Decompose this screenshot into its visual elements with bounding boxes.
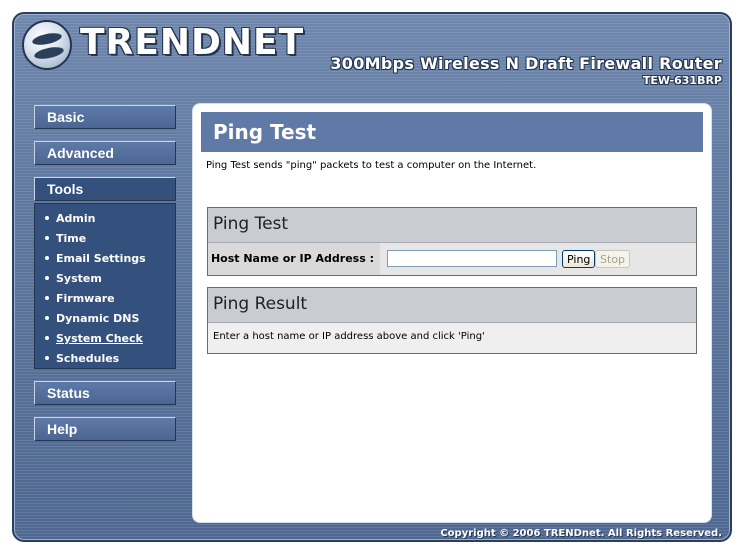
copyright: Copyright © 2006 TRENDnet. All Rights Re… — [440, 528, 722, 539]
submenu-item-system-check[interactable]: System Check — [45, 329, 175, 349]
tools-submenu: Admin Time Email Settings System Firmwar… — [34, 203, 176, 369]
host-row: Host Name or IP Address : Ping Stop — [208, 243, 696, 275]
page-description: Ping Test sends "ping" packets to test a… — [206, 160, 537, 171]
submenu-item-label: Admin — [56, 212, 96, 225]
host-label: Host Name or IP Address : — [208, 243, 380, 275]
stop-button: Stop — [595, 250, 631, 268]
submenu-item-label: Schedules — [56, 352, 120, 365]
product-model: TEW-631BRP — [642, 74, 722, 87]
bullet-icon — [45, 296, 49, 300]
page-title: Ping Test — [201, 112, 703, 152]
submenu-item-admin[interactable]: Admin — [45, 209, 175, 229]
logo-icon — [22, 20, 72, 70]
submenu-item-system[interactable]: System — [45, 269, 175, 289]
ping-result-message: Enter a host name or IP address above an… — [208, 323, 696, 353]
submenu-item-time[interactable]: Time — [45, 229, 175, 249]
submenu-item-label: Dynamic DNS — [56, 312, 140, 325]
submenu-item-schedules[interactable]: Schedules — [45, 349, 175, 369]
submenu-item-label: System — [56, 272, 102, 285]
host-input[interactable] — [387, 250, 557, 267]
submenu-item-label: Email Settings — [56, 252, 146, 265]
bullet-icon — [45, 276, 49, 280]
bullet-icon — [45, 316, 49, 320]
product-info: 300Mbps Wireless N Draft Firewall Router… — [330, 54, 722, 87]
nav-help[interactable]: Help — [34, 417, 176, 441]
nav-advanced[interactable]: Advanced — [34, 141, 176, 165]
trendnet-logo: TRENDNET — [22, 20, 303, 78]
ping-test-heading: Ping Test — [208, 208, 696, 243]
bullet-icon — [45, 216, 49, 220]
submenu-item-dynamic-dns[interactable]: Dynamic DNS — [45, 309, 175, 329]
content-panel: Ping Test Ping Test sends "ping" packets… — [192, 103, 712, 523]
nav-tools[interactable]: Tools — [34, 177, 176, 201]
submenu-item-label: Time — [56, 232, 87, 245]
bullet-icon — [45, 236, 49, 240]
ping-test-section: Ping Test Host Name or IP Address : Ping… — [207, 207, 697, 276]
logo-text: TRENDNET — [80, 22, 305, 63]
submenu-item-firmware[interactable]: Firmware — [45, 289, 175, 309]
nav-status[interactable]: Status — [34, 381, 176, 405]
ping-button[interactable]: Ping — [562, 250, 596, 268]
submenu-item-email-settings[interactable]: Email Settings — [45, 249, 175, 269]
ping-result-heading: Ping Result — [208, 288, 696, 323]
ping-result-section: Ping Result Enter a host name or IP addr… — [207, 287, 697, 354]
submenu-item-label: Firmware — [56, 292, 115, 305]
bullet-icon — [45, 336, 49, 340]
host-field-cell: Ping Stop — [380, 243, 696, 275]
bullet-icon — [45, 356, 49, 360]
submenu-item-label: System Check — [56, 332, 143, 345]
product-name: 300Mbps Wireless N Draft Firewall Router — [330, 54, 722, 73]
bullet-icon — [45, 256, 49, 260]
nav-basic[interactable]: Basic — [34, 105, 176, 129]
